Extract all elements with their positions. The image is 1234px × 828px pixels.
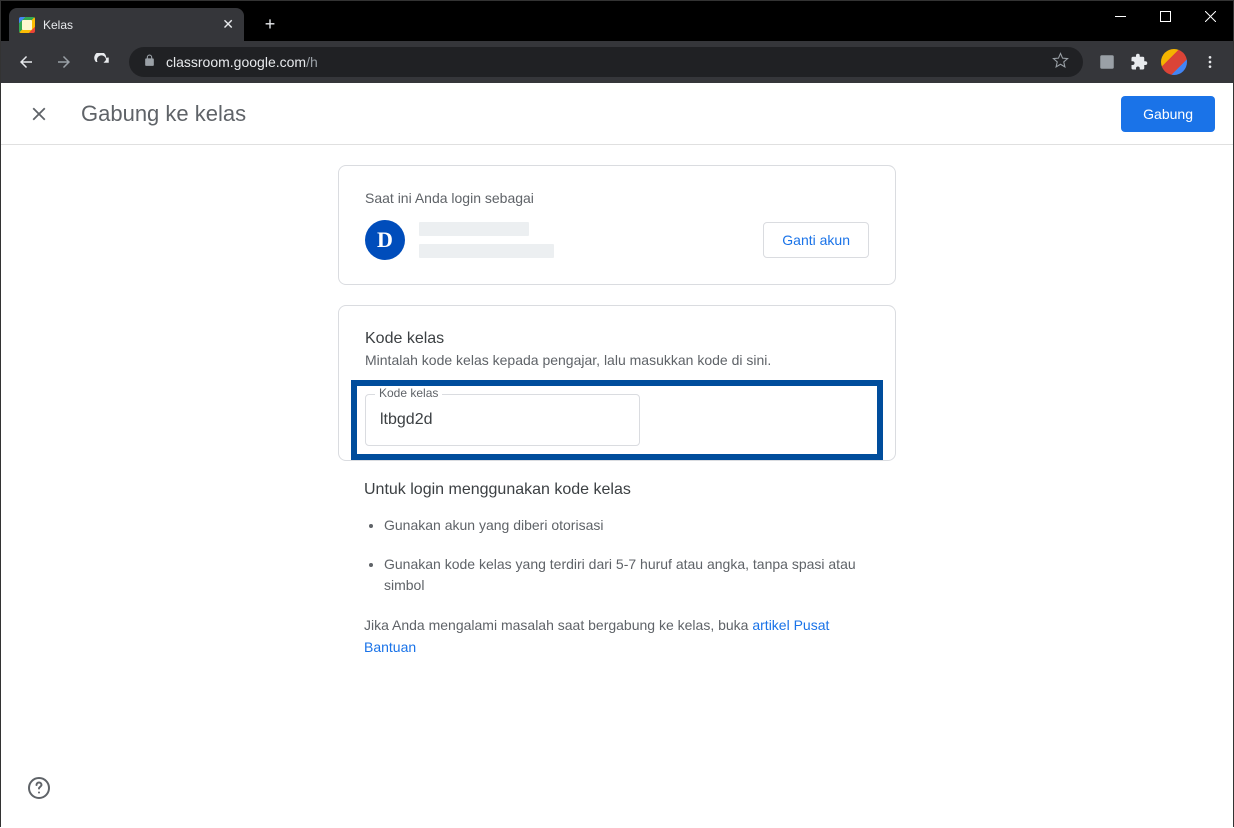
- address-bar[interactable]: classroom.google.com/h: [129, 47, 1083, 77]
- code-title: Kode kelas: [365, 330, 869, 348]
- back-button[interactable]: [9, 45, 43, 79]
- close-icon[interactable]: [19, 94, 59, 134]
- browser-tab[interactable]: Kelas ✕: [9, 8, 244, 41]
- join-button[interactable]: Gabung: [1121, 96, 1215, 132]
- browser-menu-icon[interactable]: [1195, 47, 1225, 77]
- input-wrapper: Kode kelas: [365, 394, 640, 446]
- classroom-favicon: [19, 17, 35, 33]
- reload-button[interactable]: [85, 45, 119, 79]
- login-label: Saat ini Anda login sebagai: [365, 190, 869, 206]
- close-window-button[interactable]: [1188, 1, 1233, 31]
- browser-chrome: Kelas ✕ + classroom.google.com/h: [1, 1, 1233, 83]
- help-section: Untuk login menggunakan kode kelas Gunak…: [338, 481, 896, 659]
- help-item: Gunakan kode kelas yang terdiri dari 5-7…: [384, 554, 870, 596]
- help-footer-text: Jika Anda mengalami masalah saat bergabu…: [364, 617, 752, 633]
- titlebar: Kelas ✕ +: [1, 1, 1233, 41]
- extensions-puzzle-icon[interactable]: [1125, 48, 1153, 76]
- page-title: Gabung ke kelas: [81, 101, 246, 127]
- forward-button[interactable]: [47, 45, 81, 79]
- profile-avatar[interactable]: [1161, 49, 1187, 75]
- page-content: Gabung ke kelas Gabung Saat ini Anda log…: [1, 83, 1233, 828]
- user-name-redacted: [419, 222, 529, 236]
- switch-account-button[interactable]: Ganti akun: [763, 222, 869, 258]
- minimize-button[interactable]: [1098, 1, 1143, 31]
- help-title: Untuk login menggunakan kode kelas: [364, 481, 870, 499]
- avatar: D: [365, 220, 405, 260]
- window-controls: [1098, 1, 1233, 31]
- input-highlight-box: Kode kelas: [351, 380, 883, 460]
- page-body: Saat ini Anda login sebagai D Ganti akun…: [1, 145, 1233, 828]
- new-tab-button[interactable]: +: [256, 11, 284, 39]
- bookmark-star-icon[interactable]: [1052, 52, 1069, 72]
- class-code-input[interactable]: [365, 394, 640, 446]
- help-footer: Jika Anda mengalami masalah saat bergabu…: [364, 614, 870, 659]
- lock-icon: [143, 54, 156, 70]
- maximize-button[interactable]: [1143, 1, 1188, 31]
- extension-icon-1[interactable]: [1093, 48, 1121, 76]
- help-icon[interactable]: [19, 768, 59, 808]
- url-text: classroom.google.com/h: [166, 54, 318, 70]
- class-code-card: Kode kelas Mintalah kode kelas kepada pe…: [338, 305, 896, 461]
- toolbar: classroom.google.com/h: [1, 41, 1233, 83]
- login-card: Saat ini Anda login sebagai D Ganti akun: [338, 165, 896, 285]
- page-header: Gabung ke kelas Gabung: [1, 83, 1233, 145]
- tab-title: Kelas: [43, 18, 212, 32]
- login-row: D Ganti akun: [365, 220, 869, 260]
- input-floating-label: Kode kelas: [375, 386, 442, 400]
- tab-strip: Kelas ✕ +: [1, 1, 1098, 41]
- user-email-redacted: [419, 244, 554, 258]
- user-info: [419, 222, 763, 258]
- help-list: Gunakan akun yang diberi otorisasi Gunak…: [364, 515, 870, 596]
- help-item: Gunakan akun yang diberi otorisasi: [384, 515, 870, 536]
- close-tab-icon[interactable]: ✕: [220, 14, 236, 35]
- code-description: Mintalah kode kelas kepada pengajar, lal…: [365, 352, 869, 368]
